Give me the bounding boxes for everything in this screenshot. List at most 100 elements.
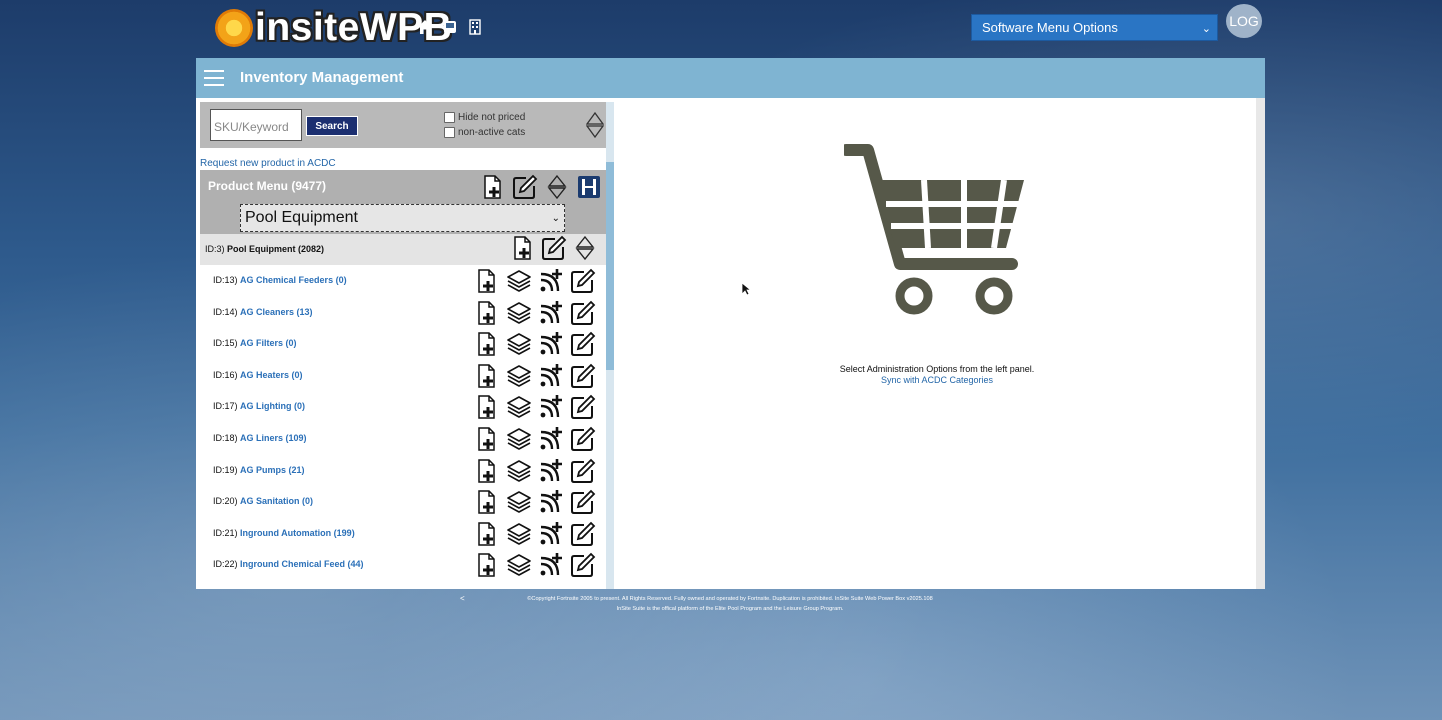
sync-feed-icon[interactable] bbox=[538, 458, 564, 484]
home-icon[interactable] bbox=[417, 19, 433, 35]
sync-feed-icon[interactable] bbox=[538, 521, 564, 547]
category-link[interactable]: AG Chemical Feeders (0) bbox=[240, 275, 347, 285]
category-link[interactable]: AG Sanitation (0) bbox=[240, 496, 313, 506]
log-button[interactable]: LOG bbox=[1226, 4, 1262, 38]
add-file-icon[interactable] bbox=[510, 235, 536, 261]
sync-feed-icon[interactable] bbox=[538, 363, 564, 389]
shopping-cart-icon bbox=[844, 144, 1024, 315]
sync-feed-icon[interactable] bbox=[538, 300, 564, 326]
category-link[interactable]: AG Filters (0) bbox=[240, 338, 297, 348]
search-button[interactable]: Search bbox=[306, 116, 358, 136]
category-link[interactable]: Inground Automation (199) bbox=[240, 528, 355, 538]
request-product-link[interactable]: Request new product in ACDC bbox=[200, 158, 336, 169]
list-item: ID:22) Inground Chemical Feed (44) bbox=[200, 549, 606, 581]
layers-icon[interactable] bbox=[506, 521, 532, 547]
category-row-text: ID:20) AG Sanitation (0) bbox=[213, 496, 313, 506]
edit-icon[interactable] bbox=[570, 268, 596, 294]
sync-feed-icon[interactable] bbox=[538, 331, 564, 357]
category-link[interactable]: AG Liners (109) bbox=[240, 433, 307, 443]
layers-icon[interactable] bbox=[506, 458, 532, 484]
list-item: ID:16) AG Heaters (0) bbox=[200, 360, 606, 392]
list-item: ID:19) AG Pumps (21) bbox=[200, 455, 606, 487]
left-scrollbar[interactable] bbox=[606, 102, 614, 589]
checkbox-box[interactable] bbox=[444, 112, 455, 123]
category-header: ID:3) Pool Equipment (2082) bbox=[200, 234, 606, 265]
scrollbar-thumb[interactable] bbox=[606, 162, 614, 370]
edit-icon[interactable] bbox=[512, 174, 538, 200]
add-file-icon[interactable] bbox=[474, 426, 500, 452]
hide-not-priced-label: Hide not priced bbox=[458, 112, 526, 123]
hamburger-menu-icon[interactable] bbox=[204, 70, 224, 86]
sync-acdc-link[interactable]: Sync with ACDC Categories bbox=[614, 375, 1260, 385]
add-file-icon[interactable] bbox=[474, 552, 500, 578]
category-list: ID:13) AG Chemical Feeders (0) ID:14) AG … bbox=[200, 265, 606, 581]
layers-icon[interactable] bbox=[506, 363, 532, 389]
sort-updown-icon[interactable] bbox=[544, 174, 570, 200]
add-file-icon[interactable] bbox=[474, 331, 500, 357]
category-id: ID:18) bbox=[213, 432, 238, 443]
product-menu-select[interactable]: Pool Equipment ⌄ bbox=[240, 204, 565, 232]
expand-collapse-icon[interactable] bbox=[585, 111, 605, 143]
category-row-text: ID:15) AG Filters (0) bbox=[213, 338, 297, 348]
category-link[interactable]: AG Pumps (21) bbox=[240, 465, 305, 475]
category-id: ID:13) bbox=[213, 275, 238, 285]
sku-keyword-input[interactable]: SKU/Keyword bbox=[210, 109, 302, 141]
category-link[interactable]: Inground Chemical Feed (44) bbox=[240, 559, 364, 569]
edit-icon[interactable] bbox=[570, 521, 596, 547]
category-row-text: ID:16) AG Heaters (0) bbox=[213, 370, 303, 380]
edit-icon[interactable] bbox=[570, 331, 596, 357]
software-menu-select[interactable]: Software Menu Options ⌄ bbox=[971, 14, 1218, 41]
edit-icon[interactable] bbox=[570, 489, 596, 515]
add-file-icon[interactable] bbox=[474, 489, 500, 515]
category-link[interactable]: AG Cleaners (13) bbox=[240, 307, 313, 317]
category-header-text: ID:3) Pool Equipment (2082) bbox=[205, 244, 324, 254]
layers-icon[interactable] bbox=[506, 300, 532, 326]
add-file-icon[interactable] bbox=[480, 174, 506, 200]
non-active-cats-checkbox[interactable]: non-active cats bbox=[444, 127, 525, 138]
add-file-icon[interactable] bbox=[474, 363, 500, 389]
add-file-icon[interactable] bbox=[474, 458, 500, 484]
product-menu-label: Product Menu (9477) bbox=[208, 179, 327, 193]
category-link[interactable]: AG Lighting (0) bbox=[240, 401, 305, 411]
inbox-icon[interactable] bbox=[442, 19, 458, 35]
sync-feed-icon[interactable] bbox=[538, 552, 564, 578]
layers-icon[interactable] bbox=[506, 268, 532, 294]
footer-copyright: ©Copyright Fortnsite 2005 to present. Al… bbox=[527, 596, 933, 602]
sort-updown-icon[interactable] bbox=[572, 235, 598, 261]
checkbox-box[interactable] bbox=[444, 127, 455, 138]
category-link[interactable]: AG Heaters (0) bbox=[240, 370, 303, 380]
list-item: ID:18) AG Liners (109) bbox=[200, 423, 606, 455]
add-file-icon[interactable] bbox=[474, 268, 500, 294]
edit-icon[interactable] bbox=[570, 426, 596, 452]
edit-icon[interactable] bbox=[570, 394, 596, 420]
layers-icon[interactable] bbox=[506, 426, 532, 452]
add-file-icon[interactable] bbox=[474, 300, 500, 326]
layers-icon[interactable] bbox=[506, 331, 532, 357]
add-file-icon[interactable] bbox=[474, 394, 500, 420]
edit-icon[interactable] bbox=[570, 458, 596, 484]
layers-icon[interactable] bbox=[506, 489, 532, 515]
category-id: ID:14) bbox=[213, 306, 238, 317]
edit-icon[interactable] bbox=[570, 300, 596, 326]
sync-feed-icon[interactable] bbox=[538, 268, 564, 294]
sync-feed-icon[interactable] bbox=[538, 394, 564, 420]
category-id: ID:3) bbox=[205, 244, 225, 254]
edit-icon[interactable] bbox=[570, 363, 596, 389]
hide-not-priced-checkbox[interactable]: Hide not priced bbox=[444, 112, 525, 123]
category-row-text: ID:19) AG Pumps (21) bbox=[213, 465, 305, 475]
chevron-left-icon[interactable]: < bbox=[460, 594, 465, 604]
layers-icon[interactable] bbox=[506, 552, 532, 578]
sync-feed-icon[interactable] bbox=[538, 489, 564, 515]
left-panel: SKU/Keyword Search Hide not priced non-a… bbox=[196, 98, 614, 589]
category-id: ID:15) bbox=[213, 338, 238, 349]
add-file-icon[interactable] bbox=[474, 521, 500, 547]
chevron-down-icon: ⌄ bbox=[1201, 23, 1211, 35]
save-icon[interactable] bbox=[576, 174, 602, 200]
sync-feed-icon[interactable] bbox=[538, 426, 564, 452]
building-icon[interactable] bbox=[467, 19, 483, 35]
right-scrollbar[interactable] bbox=[1256, 98, 1265, 589]
footer: < ©Copyright Fortnsite 2005 to present. … bbox=[460, 594, 1000, 614]
edit-icon[interactable] bbox=[570, 552, 596, 578]
layers-icon[interactable] bbox=[506, 394, 532, 420]
edit-icon[interactable] bbox=[541, 235, 567, 261]
